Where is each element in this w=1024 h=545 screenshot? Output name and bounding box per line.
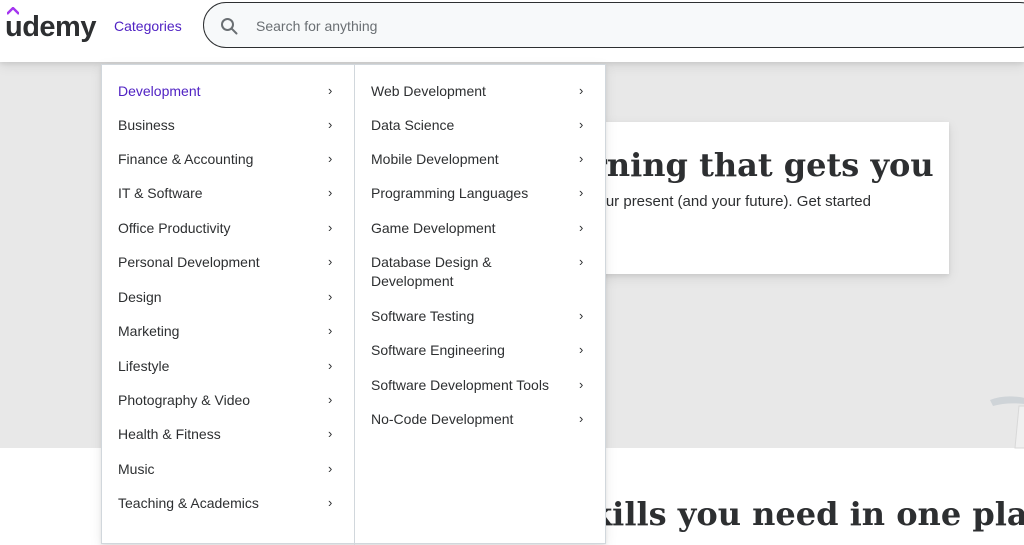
category-item-music[interactable]: Music [118,460,155,479]
category-item-health-fitness[interactable]: Health & Fitness [118,425,221,444]
subcategory-item-no-code-development[interactable]: No-Code Development [371,410,571,429]
chevron-right-icon[interactable]: › [579,116,583,134]
search-icon[interactable] [220,17,238,35]
category-item-business[interactable]: Business [118,116,175,135]
categories-mega-menu: Development › Business › Finance & Accou… [101,64,606,545]
category-item-lifestyle[interactable]: Lifestyle [118,357,169,376]
category-item-photography-video[interactable]: Photography & Video [118,391,250,410]
chevron-right-icon[interactable]: › [328,425,332,443]
category-item-it-software[interactable]: IT & Software [118,184,203,203]
subcategory-item-data-science[interactable]: Data Science [371,116,571,135]
category-item-personal-development[interactable]: Personal Development [118,253,260,272]
subcategory-item-software-testing[interactable]: Software Testing [371,307,571,326]
category-item-finance-accounting[interactable]: Finance & Accounting [118,150,253,169]
subcategory-item-software-development-tools[interactable]: Software Development Tools [371,376,571,395]
chevron-right-icon[interactable]: › [579,219,583,237]
logo-text: udemy [5,11,96,43]
section-title: kills you need in one place [590,495,1024,533]
category-item-teaching-academics[interactable]: Teaching & Academics [118,494,259,513]
chevron-right-icon[interactable]: › [328,288,332,306]
chevron-right-icon[interactable]: › [328,322,332,340]
chevron-right-icon[interactable]: › [579,410,583,428]
hero-subtitle: your present (and your future). Get star… [590,193,871,210]
chevron-right-icon[interactable]: › [328,219,332,237]
udemy-logo[interactable]: udemy [5,7,96,44]
categories-nav-button[interactable]: Categories [114,17,182,35]
hero-title: rning that gets you [590,146,934,184]
subcategory-item-software-engineering[interactable]: Software Engineering [371,341,571,360]
chevron-right-icon[interactable]: › [579,150,583,168]
chevron-right-icon[interactable]: › [579,184,583,202]
chevron-right-icon[interactable]: › [328,460,332,478]
menu-column-divider [354,65,355,545]
subcategory-item-web-development[interactable]: Web Development [371,82,571,101]
subcategory-item-database-design-development[interactable]: Database Design & Development [371,253,511,291]
chevron-right-icon[interactable]: › [579,253,583,271]
chevron-right-icon[interactable]: › [579,307,583,325]
chevron-right-icon[interactable]: › [579,82,583,100]
category-item-design[interactable]: Design [118,288,162,307]
chevron-right-icon[interactable]: › [328,116,332,134]
category-item-marketing[interactable]: Marketing [118,322,179,341]
chevron-right-icon[interactable]: › [579,341,583,359]
chevron-right-icon[interactable]: › [328,494,332,512]
chevron-right-icon[interactable]: › [328,184,332,202]
search-input[interactable] [254,14,858,38]
decorative-illustration [990,396,1024,449]
chevron-right-icon[interactable]: › [328,357,332,375]
subcategory-item-game-development[interactable]: Game Development [371,219,571,238]
subcategory-item-programming-languages[interactable]: Programming Languages [371,184,571,203]
search-bar[interactable] [203,2,1024,48]
subcategory-item-mobile-development[interactable]: Mobile Development [371,150,571,169]
category-item-development[interactable]: Development [118,82,201,101]
category-item-office-productivity[interactable]: Office Productivity [118,219,231,238]
top-header: udemy Categories [0,0,1024,62]
chevron-right-icon[interactable]: › [328,150,332,168]
logo-hat-icon [7,7,19,15]
chevron-right-icon[interactable]: › [328,391,332,409]
chevron-right-icon[interactable]: › [579,376,583,394]
chevron-right-icon[interactable]: › [328,253,332,271]
chevron-right-icon[interactable]: › [328,82,332,100]
